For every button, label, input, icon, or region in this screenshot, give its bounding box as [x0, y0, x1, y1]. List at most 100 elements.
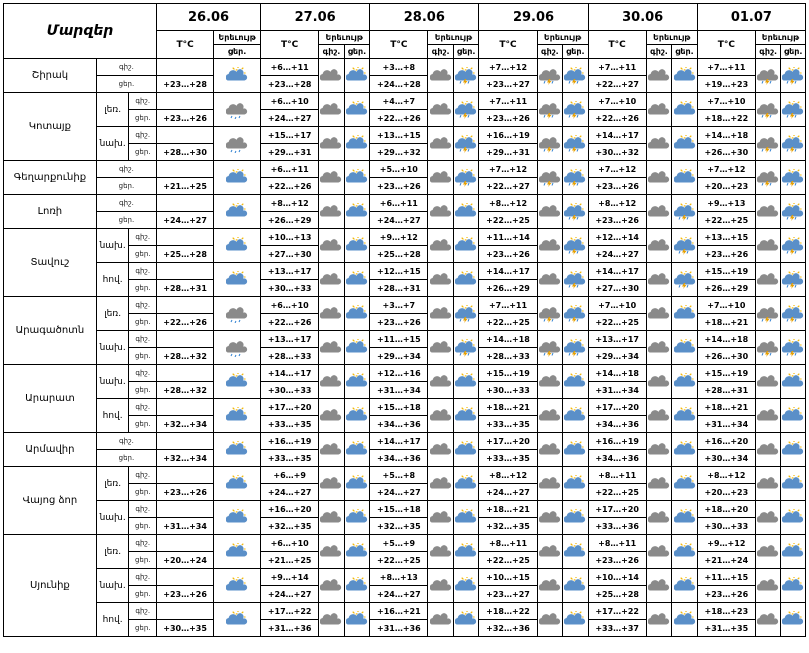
phenomenon-night-cell: [645, 364, 673, 399]
phenomenon-day-cell: [452, 228, 480, 263]
phenomenon-day-cell: [213, 466, 262, 501]
phenomenon-day-cell: [562, 194, 589, 229]
cloudy-icon: [538, 475, 562, 493]
temperature-cell: +9…+14: [260, 568, 320, 586]
cloudy-icon: [429, 67, 453, 85]
partly-cloudy-icon: [454, 576, 478, 595]
sun-cloud-storm-icon: [564, 338, 588, 357]
temperature-cell: +7…+11: [587, 58, 647, 76]
table-row: Արագածոտն լեռ. գիշ. +6…+10 +3…+7 +7…+11 +7…+10…: [3, 296, 806, 365]
partly-cloudy-icon: [345, 100, 369, 119]
temperature-cell: +7…+11: [478, 296, 538, 314]
phenomenon-day-cell: [343, 126, 371, 161]
header-row-dates: Մարզեր 26.06 27.06 28.06 29.06 30.06 01.07: [2, 3, 807, 59]
partly-cloudy-icon: [564, 508, 588, 527]
phenomenon-day-cell: [671, 568, 698, 603]
temperature-cell: +13…+17: [260, 330, 320, 348]
phenomenon-night-cell: [536, 194, 564, 229]
phenomenon-night-cell: [536, 602, 564, 637]
date-header: 01.07: [696, 3, 807, 31]
partly-cloudy-icon: [215, 270, 260, 289]
phenomenon-day-cell: [213, 296, 262, 331]
phenomenon-night-cell: [318, 92, 345, 127]
phenomenon-day-cell: [671, 126, 698, 161]
temperature-cell: [156, 92, 215, 110]
sun-cloud-storm-icon: [564, 168, 588, 187]
sun-cloud-storm-icon: [454, 100, 478, 119]
phenomenon-night-cell: [645, 602, 673, 637]
phenomenon-night-cell: [427, 228, 454, 263]
phenomenon-day-cell: [780, 126, 806, 161]
partly-cloudy-icon: [215, 236, 260, 255]
partly-cloudy-icon: [454, 270, 478, 289]
phenomenon-night-cell: [645, 296, 673, 331]
partly-cloudy-icon: [673, 440, 697, 459]
phenomenon-night-cell: [427, 568, 454, 603]
time-of-day: ցեր.: [128, 517, 158, 535]
cloudy-icon: [647, 577, 671, 595]
time-of-day: գիշ.: [128, 262, 158, 280]
temperature-cell: +23…+26: [369, 177, 429, 195]
temperature-cell: +14…+18: [478, 330, 538, 348]
table-row: նախ. գիշ. +15…+17 +13…+15 +16…+19 +14…+17 +14……: [4, 126, 806, 161]
cloudy-icon: [429, 339, 453, 357]
phenomenon-night-cell: [318, 194, 345, 229]
sun-cloud-storm-icon: [564, 304, 588, 323]
phenomenon-day-cell: [562, 228, 589, 263]
day-col-header: ցեր.: [671, 44, 698, 59]
phenomenon-night-cell: [318, 500, 345, 535]
cloudy-icon: [429, 237, 453, 255]
phenomenon-day-cell: [213, 364, 262, 399]
temperature-cell: [156, 296, 215, 314]
temperature-cell: +23…+26: [478, 245, 538, 263]
time-of-day: ցեր.: [128, 381, 158, 399]
sun-cloud-storm-icon: [454, 134, 478, 153]
phenomenon-day-cell: [671, 160, 698, 195]
phenomenon-day-cell: [343, 262, 371, 297]
phenomenon-day-cell: [452, 364, 480, 399]
temperature-cell: +24…+27: [369, 211, 429, 229]
phenomenon-night-cell: [427, 262, 454, 297]
phenomenon-night-cell: [427, 296, 454, 331]
phenomenon-col-header: Երեւույթ: [536, 30, 589, 45]
temperature-cell: +16…+21: [369, 602, 429, 620]
temperature-cell: +9…+12: [696, 534, 756, 552]
phenomenon-day-cell: [562, 262, 589, 297]
cloudy-icon: [320, 237, 344, 255]
temperature-cell: +34…+36: [369, 449, 429, 467]
cloudy-icon: [429, 475, 453, 493]
partly-cloudy-icon: [345, 134, 369, 153]
thunderstorm-icon: [538, 169, 562, 187]
phenomenon-night-cell: [754, 568, 782, 603]
phenomenon-day-cell: [562, 58, 589, 93]
phenomenon-night-cell: [536, 262, 564, 297]
time-of-day: ցեր.: [128, 143, 158, 161]
cloudy-icon: [647, 305, 671, 323]
phenomenon-night-cell: [536, 398, 564, 433]
phenomenon-night-cell: [318, 296, 345, 331]
cloudy-icon: [429, 407, 453, 425]
region-name: Վայոց ձոր: [3, 466, 97, 535]
phenomenon-day-cell: [343, 500, 371, 535]
phenomenon-night-cell: [754, 330, 782, 365]
phenomenon-night-cell: [536, 534, 564, 569]
partly-cloudy-icon: [673, 338, 697, 357]
table-row: Կոտայք լեռ. գիշ. +6…+10 +4…+7 +7…+11 +7…+10 +7……: [3, 92, 806, 161]
phenomenon-day-cell: [213, 500, 262, 535]
temperature-cell: +29…+34: [587, 347, 647, 365]
cloudy-icon: [429, 543, 453, 561]
cloudy-icon: [647, 169, 671, 187]
temperature-cell: +7…+12: [478, 58, 538, 76]
phenomenon-night-cell: [754, 432, 782, 467]
table-row: Շիրակ գիշ. +6…+11 +3…+8 +7…+12 +7…+11 +7…+11: [3, 58, 806, 93]
phenomenon-day-cell: [780, 534, 806, 569]
temp-col-header: T°C: [478, 30, 538, 59]
phenomenon-night-cell: [427, 398, 454, 433]
temperature-cell: +8…+11: [478, 534, 538, 552]
thunderstorm-icon: [756, 67, 780, 85]
temperature-cell: +33…+35: [260, 449, 320, 467]
cloudy-icon: [756, 441, 780, 459]
night-col-header: գիշ.: [536, 44, 564, 59]
phenomenon-day-cell: [671, 432, 698, 467]
phenomenon-col-header: Երեւույթ: [318, 30, 371, 45]
